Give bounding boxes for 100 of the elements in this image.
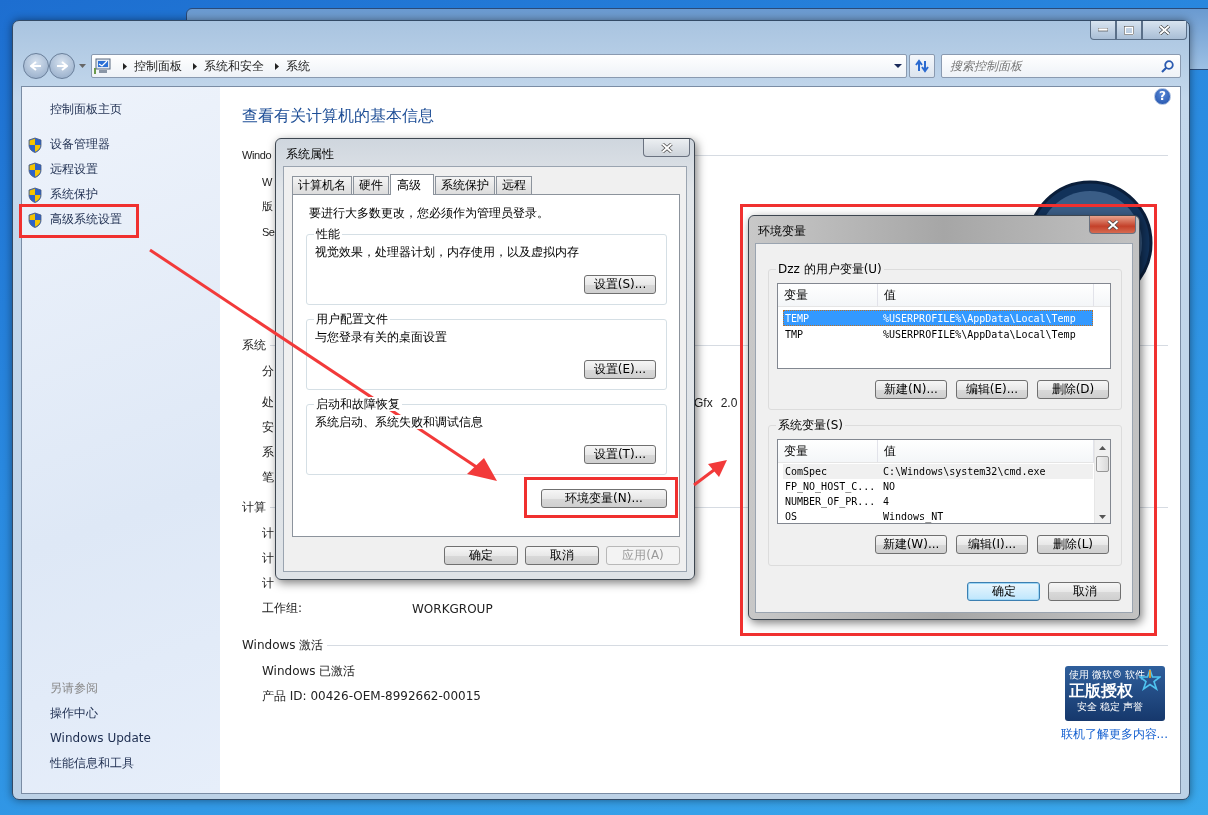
search-field[interactable]: 搜索控制面板 bbox=[941, 54, 1181, 78]
address-field[interactable]: 控制面板 系统和安全 系统 bbox=[91, 54, 907, 78]
button[interactable]: 取消 bbox=[1048, 582, 1121, 601]
env-vars-button[interactable]: 环境变量(N)... bbox=[541, 489, 667, 508]
badge-text: 安全 稳定 声誉 bbox=[1076, 701, 1145, 713]
section-title: 系统 bbox=[242, 336, 266, 354]
settings-button[interactable]: 设置(T)... bbox=[584, 445, 656, 464]
caret-icon bbox=[894, 64, 902, 68]
refresh-icon bbox=[914, 59, 930, 73]
close-icon bbox=[660, 142, 673, 153]
info-label: 计 bbox=[262, 526, 274, 540]
close-button[interactable] bbox=[643, 139, 690, 157]
list-row[interactable]: OS Windows_NT bbox=[783, 509, 1093, 523]
list-row[interactable]: TMP %USERPROFILE%\AppData\Local\Temp bbox=[783, 326, 1093, 342]
button[interactable]: 新建(W)... bbox=[875, 535, 947, 554]
group-description: 系统启动、系统失败和调试信息 bbox=[315, 415, 483, 429]
close-icon bbox=[1159, 25, 1170, 35]
shield-icon bbox=[27, 211, 43, 228]
info-label: 笔 bbox=[262, 470, 274, 484]
close-button[interactable] bbox=[1089, 216, 1136, 234]
button[interactable]: 确定 bbox=[444, 546, 518, 565]
tab[interactable]: 高级 bbox=[390, 174, 434, 195]
chevron-icon bbox=[192, 61, 198, 71]
forward-arrow-icon bbox=[56, 61, 68, 71]
list-row[interactable]: NUMBER_OF_PR... 4 bbox=[783, 494, 1093, 509]
button[interactable]: 确定 bbox=[967, 582, 1040, 601]
group-title: 启动和故障恢复 bbox=[314, 397, 402, 411]
list-cell: 4 bbox=[883, 496, 890, 507]
button[interactable]: 新建(N)... bbox=[875, 380, 947, 399]
list-row[interactable]: FP_NO_HOST_C... NO bbox=[783, 479, 1093, 494]
tab[interactable]: 系统保护 bbox=[435, 176, 495, 194]
button[interactable]: 编辑(I)... bbox=[956, 535, 1028, 554]
info-label: 安 bbox=[262, 420, 274, 434]
column-header[interactable]: 变量 bbox=[778, 440, 878, 462]
help-button[interactable]: ? bbox=[1154, 88, 1171, 105]
minimize-button[interactable] bbox=[1090, 21, 1116, 40]
breadcrumb-item[interactable]: 系统和安全 bbox=[204, 57, 264, 75]
close-button[interactable] bbox=[1142, 21, 1187, 40]
back-button[interactable] bbox=[23, 53, 49, 79]
column-header[interactable]: 变量 bbox=[778, 284, 878, 306]
list-cell: Windows_NT bbox=[883, 511, 944, 522]
shield-icon bbox=[27, 161, 43, 178]
tab[interactable]: 硬件 bbox=[353, 176, 389, 194]
dialog-title: 系统属性 bbox=[286, 146, 334, 163]
sidebar-link-label: 设备管理器 bbox=[50, 136, 110, 153]
breadcrumb-item[interactable]: 系统 bbox=[286, 57, 310, 75]
info-label: Se bbox=[262, 225, 275, 238]
badge-text: 微软® bbox=[1092, 669, 1122, 681]
tab[interactable]: 远程 bbox=[496, 176, 532, 194]
minimize-icon bbox=[1098, 28, 1108, 32]
scroll-down-icon bbox=[1099, 515, 1106, 519]
sidebar-heading: 另请参阅 bbox=[49, 680, 99, 697]
button[interactable]: 取消 bbox=[525, 546, 599, 565]
info-label: Windows 已激活 bbox=[262, 664, 356, 678]
badge-text: 使用 bbox=[1069, 669, 1089, 681]
shield-icon bbox=[27, 136, 43, 153]
maximize-button[interactable] bbox=[1116, 21, 1142, 40]
refresh-button[interactable] bbox=[909, 54, 935, 78]
section-title: 计算 bbox=[242, 498, 266, 516]
list-cell: %USERPROFILE%\AppData\Local\Temp bbox=[883, 312, 1076, 324]
sidebar-link[interactable]: 控制面板主页 bbox=[22, 99, 220, 119]
settings-button[interactable]: 设置(E)... bbox=[584, 360, 656, 379]
breadcrumb-item[interactable]: 控制面板 bbox=[134, 57, 182, 75]
info-label: 工作组: bbox=[262, 601, 303, 615]
list-cell: C:\Windows\system32\cmd.exe bbox=[883, 466, 1046, 477]
tab[interactable]: 计算机名 bbox=[292, 176, 352, 194]
list-cell-text: ComSpec bbox=[784, 466, 829, 477]
info-label: 计 bbox=[262, 551, 274, 565]
chevron-icon bbox=[122, 61, 128, 71]
group-title: 性能 bbox=[314, 227, 342, 241]
sidebar-link[interactable]: 高级系统设置 bbox=[22, 207, 137, 232]
group-description: 视觉效果，处理器计划，内存使用，以及虚拟内存 bbox=[315, 245, 579, 259]
list-row[interactable]: ComSpec C:\Windows\system32\cmd.exe bbox=[783, 464, 1093, 479]
scrollbar[interactable] bbox=[1094, 440, 1110, 523]
scroll-thumb[interactable] bbox=[1096, 456, 1109, 472]
button[interactable]: 删除(L) bbox=[1037, 535, 1109, 554]
list-cell-text: FP_NO_HOST_C... bbox=[784, 481, 877, 492]
button[interactable]: 编辑(E)... bbox=[956, 380, 1028, 399]
info-value: WORKGROUP bbox=[412, 601, 493, 616]
settings-button[interactable]: 设置(S)... bbox=[584, 275, 656, 294]
sidebar-link-label: 高级系统设置 bbox=[50, 211, 122, 228]
badge-text: 正版授权 bbox=[1069, 681, 1134, 701]
link[interactable]: 联机了解更多内容... bbox=[1060, 726, 1168, 743]
forward-button[interactable] bbox=[49, 53, 75, 79]
sidebar-link[interactable]: 远程设置 bbox=[22, 157, 137, 182]
sidebar-link[interactable]: 操作中心 bbox=[22, 701, 220, 726]
back-arrow-icon bbox=[30, 61, 42, 71]
group-description: 与您登录有关的桌面设置 bbox=[315, 330, 447, 344]
info-label: 版 bbox=[262, 200, 273, 212]
sidebar-link[interactable]: Windows Update bbox=[22, 726, 220, 751]
sidebar-link[interactable]: 系统保护 bbox=[22, 182, 137, 207]
button[interactable]: 删除(D) bbox=[1037, 380, 1109, 399]
section-title: Windows 激活 bbox=[242, 636, 324, 654]
sidebar-link[interactable]: 设备管理器 bbox=[22, 132, 137, 157]
list-cell-text: NUMBER_OF_PR... bbox=[784, 496, 877, 507]
info-label: 处 bbox=[262, 395, 274, 409]
close-icon bbox=[1106, 219, 1119, 230]
sidebar-link[interactable]: 性能信息和工具 bbox=[22, 751, 220, 776]
column-header[interactable]: 值 bbox=[878, 284, 1094, 306]
search-icon bbox=[1161, 60, 1174, 73]
